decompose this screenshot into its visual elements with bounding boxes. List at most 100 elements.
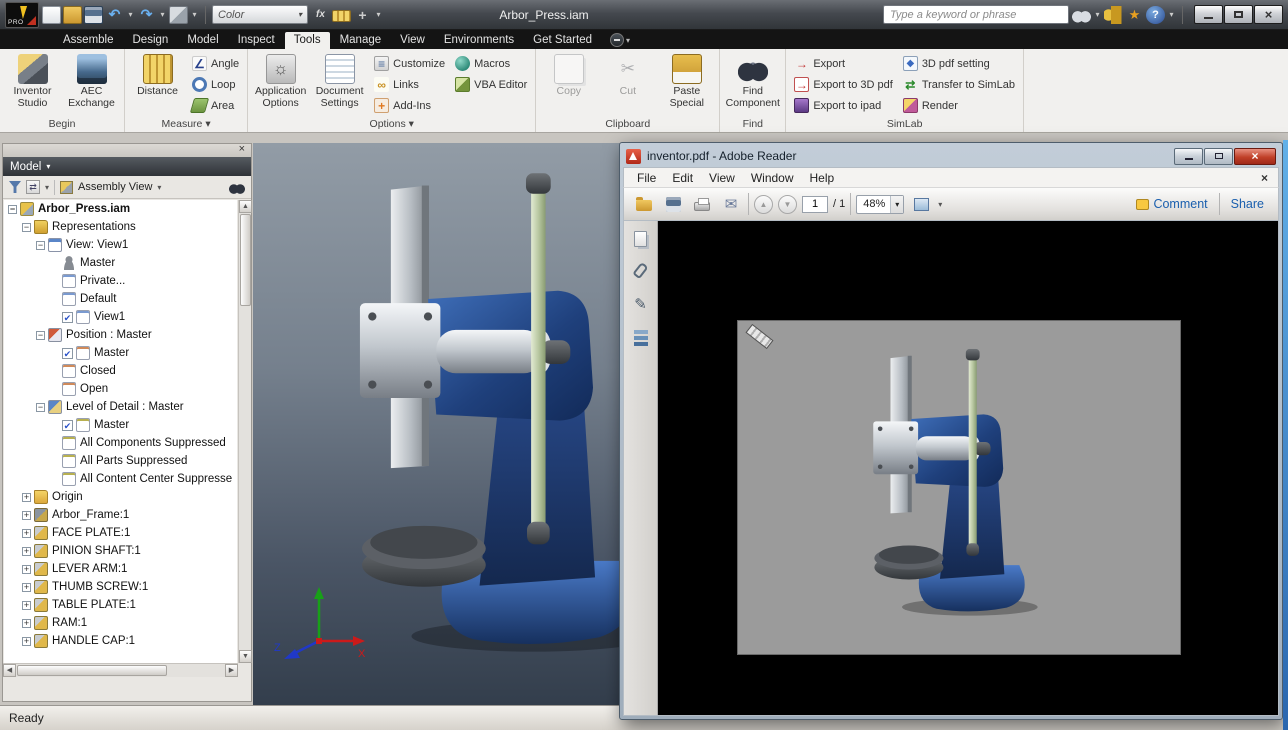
- tree-item-ram-1[interactable]: +RAM:1: [4, 614, 237, 632]
- browser-search-icon[interactable]: [229, 181, 245, 194]
- maximize-button[interactable]: [1224, 5, 1253, 24]
- minimize-button[interactable]: [1194, 5, 1223, 24]
- ribbon-group-label-simlab[interactable]: SimLab: [786, 117, 1023, 132]
- ribbon-tab-assemble[interactable]: Assemble: [54, 32, 123, 49]
- expand-icon[interactable]: +: [22, 529, 31, 538]
- tree-item-all-parts-suppressed[interactable]: All Parts Suppressed: [4, 452, 237, 470]
- checkbox-checked[interactable]: ✔: [62, 420, 73, 431]
- email-icon[interactable]: ✉: [719, 192, 743, 216]
- ribbon-button-loop[interactable]: Loop: [187, 74, 244, 95]
- scroll-right-icon[interactable]: ▶: [225, 664, 238, 677]
- tree-item-view1[interactable]: ✔View1: [4, 308, 237, 326]
- ribbon-button-customize[interactable]: Customize: [369, 53, 450, 74]
- expand-icon[interactable]: +: [22, 601, 31, 610]
- ribbon-button-render[interactable]: Render: [898, 95, 1020, 116]
- ribbon-tab-get-started[interactable]: Get Started: [524, 32, 601, 49]
- measure-tool-icon[interactable]: [332, 10, 351, 22]
- ribbon-button-vba-editor[interactable]: VBA Editor: [450, 74, 532, 95]
- help-icon[interactable]: [1146, 6, 1165, 24]
- fx-icon[interactable]: [311, 6, 330, 24]
- scroll-down-icon[interactable]: ▼: [239, 650, 252, 663]
- ribbon-group-label-options[interactable]: Options ▾: [248, 117, 535, 132]
- ribbon-button-paste-special[interactable]: Paste Special: [657, 51, 716, 117]
- ribbon-tab-manage[interactable]: Manage: [331, 32, 391, 49]
- tree-item-master[interactable]: Master: [4, 254, 237, 272]
- signatures-icon[interactable]: [631, 294, 651, 314]
- material-icon[interactable]: [169, 6, 188, 24]
- tree-item-closed[interactable]: Closed: [4, 362, 237, 380]
- inventor-logo-icon[interactable]: PRO: [5, 2, 39, 28]
- tree-item-view-view1[interactable]: −View: View1: [4, 236, 237, 254]
- key-icon[interactable]: [1104, 6, 1123, 24]
- open-file-icon[interactable]: [63, 6, 82, 24]
- filter-icon[interactable]: [9, 181, 21, 193]
- tree-item-lever-arm-1[interactable]: +LEVER ARM:1: [4, 560, 237, 578]
- ribbon-button-export-to-ipad[interactable]: Export to ipad: [789, 95, 898, 116]
- ribbon-button-aec-exchange[interactable]: AEC Exchange: [62, 51, 121, 117]
- adobe-menu-window[interactable]: Window: [743, 169, 802, 187]
- tree-item-thumb-screw-1[interactable]: +THUMB SCREW:1: [4, 578, 237, 596]
- ribbon-button-add-ins[interactable]: Add-Ins: [369, 95, 450, 116]
- checkbox-checked[interactable]: ✔: [62, 348, 73, 359]
- ribbon-group-label-begin[interactable]: Begin: [0, 117, 124, 132]
- adobe-menu-file[interactable]: File: [629, 169, 664, 187]
- ribbon-group-label-clipboard[interactable]: Clipboard: [536, 117, 719, 132]
- adobe-menu-help[interactable]: Help: [802, 169, 843, 187]
- scroll-up-icon[interactable]: ▲: [239, 200, 252, 213]
- adobe-menu-edit[interactable]: Edit: [664, 169, 701, 187]
- tree-item-master[interactable]: ✔Master: [4, 344, 237, 362]
- ribbon-button-copy[interactable]: Copy: [539, 51, 598, 117]
- ribbon-button-export-to-3d-pdf[interactable]: Export to 3D pdf: [789, 74, 898, 95]
- tree-item-arbor-press-iam[interactable]: −Arbor_Press.iam: [4, 200, 237, 218]
- expand-icon[interactable]: +: [22, 493, 31, 502]
- ribbon-button-angle[interactable]: Angle: [187, 53, 244, 74]
- layers-icon[interactable]: [634, 330, 648, 334]
- page-thumbnails-icon[interactable]: [634, 231, 647, 247]
- tree-item-open[interactable]: Open: [4, 380, 237, 398]
- ribbon-button-area[interactable]: Area: [187, 95, 244, 116]
- color-combo[interactable]: Color ▾: [212, 5, 308, 24]
- expand-icon[interactable]: +: [22, 637, 31, 646]
- redo-icon[interactable]: [137, 6, 156, 24]
- chevron-down-icon[interactable]: ▾: [157, 183, 161, 192]
- tree-item-all-content-center-suppresse[interactable]: All Content Center Suppresse: [4, 470, 237, 488]
- adobe-menu-view[interactable]: View: [701, 169, 743, 187]
- undo-icon[interactable]: [105, 6, 124, 24]
- save-icon[interactable]: [661, 192, 685, 216]
- ribbon-button-distance[interactable]: Distance: [128, 51, 187, 117]
- ribbon-tab-model[interactable]: Model: [178, 32, 227, 49]
- ribbon-tab-inspect[interactable]: Inspect: [229, 32, 284, 49]
- collapse-icon[interactable]: −: [36, 241, 45, 250]
- panel-grip[interactable]: ×: [3, 144, 251, 157]
- ribbon-button-cut[interactable]: Cut: [598, 51, 657, 117]
- share-button[interactable]: Share: [1225, 197, 1270, 211]
- comment-button[interactable]: Comment: [1130, 197, 1213, 211]
- ribbon-button-document-settings[interactable]: Document Settings: [310, 51, 369, 117]
- zoom-dropdown-icon[interactable]: ▾: [890, 196, 903, 213]
- positioner-icon[interactable]: [353, 6, 372, 24]
- ribbon-button-inventor-studio[interactable]: Inventor Studio: [3, 51, 62, 117]
- collapse-icon[interactable]: −: [22, 223, 31, 232]
- tree-item-position-master[interactable]: −Position : Master: [4, 326, 237, 344]
- tree-vertical-scrollbar[interactable]: ▲ ▼: [238, 200, 251, 663]
- tree-horizontal-scrollbar[interactable]: ◀ ▶: [3, 663, 238, 677]
- checkbox-checked[interactable]: ✔: [62, 312, 73, 323]
- tree-item-table-plate-1[interactable]: +TABLE PLATE:1: [4, 596, 237, 614]
- attachments-icon[interactable]: [632, 262, 648, 279]
- open-file-icon[interactable]: [632, 192, 656, 216]
- next-page-icon[interactable]: ▼: [778, 195, 797, 214]
- zoom-control[interactable]: 48% ▾: [856, 195, 904, 214]
- scrollbar-thumb[interactable]: [17, 665, 167, 676]
- previous-page-icon[interactable]: ▲: [754, 195, 773, 214]
- expand-icon[interactable]: +: [22, 547, 31, 556]
- print-icon[interactable]: [690, 192, 714, 216]
- ribbon-button-transfer-to-simlab[interactable]: Transfer to SimLab: [898, 74, 1020, 95]
- ribbon-tab-view[interactable]: View: [391, 32, 434, 49]
- chevron-down-icon[interactable]: ▾: [938, 200, 942, 209]
- tree-item-all-components-suppressed[interactable]: All Components Suppressed: [4, 434, 237, 452]
- tree-mode-icon[interactable]: ⇄: [26, 180, 40, 194]
- panel-header[interactable]: Model ▾: [3, 157, 251, 176]
- ribbon-group-label-find[interactable]: Find: [720, 117, 785, 132]
- expand-icon[interactable]: +: [22, 583, 31, 592]
- tree-item-arbor-frame-1[interactable]: +Arbor_Frame:1: [4, 506, 237, 524]
